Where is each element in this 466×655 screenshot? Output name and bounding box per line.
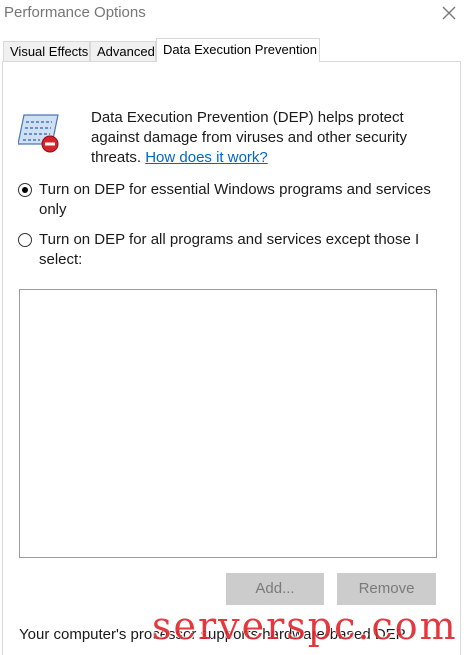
radio-all-programs[interactable] <box>18 233 32 247</box>
tab-visual-effects[interactable]: Visual Effects <box>3 41 90 61</box>
tab-advanced[interactable]: Advanced <box>90 41 156 61</box>
radio-essential[interactable] <box>18 183 32 197</box>
add-button[interactable]: Add... <box>226 573 324 605</box>
tab-strip: Visual Effects Advanced Data Execution P… <box>0 30 466 62</box>
dep-description: Data Execution Prevention (DEP) helps pr… <box>91 108 431 168</box>
dep-shield-icon <box>18 114 59 153</box>
radio-essential-label: Turn on DEP for essential Windows progra… <box>39 181 431 218</box>
processor-support-text: Your computer's processor supports hardw… <box>19 626 408 643</box>
remove-button[interactable]: Remove <box>337 573 436 605</box>
close-icon[interactable] <box>438 2 460 24</box>
how-does-it-work-link[interactable]: How does it work? <box>145 149 268 166</box>
title-bar: Performance Options <box>0 0 466 30</box>
tab-data-execution-prevention[interactable]: Data Execution Prevention <box>156 38 320 62</box>
radio-all-programs-label: Turn on DEP for all programs and service… <box>39 231 420 268</box>
exception-list[interactable] <box>19 289 437 558</box>
window-title: Performance Options <box>4 4 146 21</box>
